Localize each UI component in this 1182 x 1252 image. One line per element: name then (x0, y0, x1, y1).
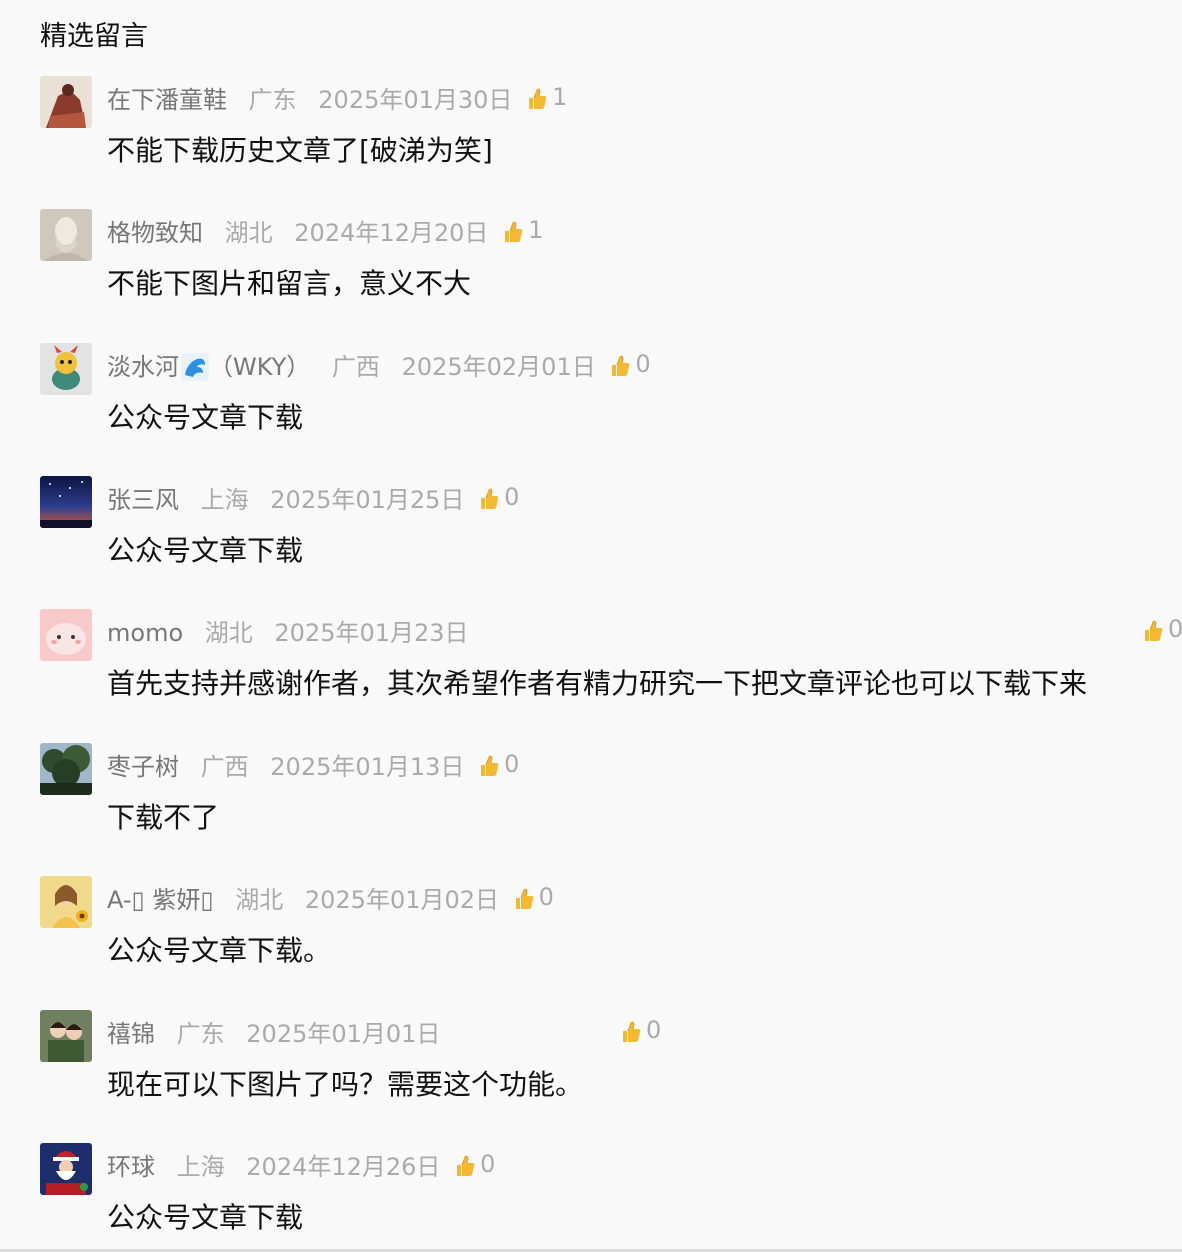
thumbs-up-icon[interactable] (513, 885, 535, 909)
comment-nickname[interactable]: 张三风 (107, 486, 179, 514)
comment-date: 2024年12月20日 (294, 219, 489, 247)
comment-item: 格物致知 湖北 2024年12月20日 1 不能下图片和留言，意义不大 (40, 209, 1140, 329)
thumbs-up-icon[interactable] (1142, 617, 1164, 641)
comment-item: A-▯ 紫妍▯ 湖北 2025年01月02日 0 公众号文章下载。 (40, 876, 1140, 996)
like-button[interactable]: 0 (478, 745, 519, 782)
like-count: 0 (538, 882, 554, 911)
thumbs-up-icon[interactable] (478, 752, 500, 776)
like-button[interactable]: 0 (454, 1145, 495, 1182)
comment-meta: momo 湖北 2025年01月23日 0 (107, 614, 1182, 650)
avatar-trees[interactable] (40, 743, 92, 795)
comment-date: 2024年12月26日 (246, 1153, 441, 1181)
comment-nickname[interactable]: 枣子树 (107, 753, 179, 781)
wave-icon (181, 353, 209, 381)
comment-nickname[interactable]: 环球 (107, 1153, 155, 1181)
comment-nickname[interactable]: 淡水河 (107, 353, 179, 381)
comment-meta: 张三风 上海 2025年01月25日 0 (107, 481, 519, 517)
like-count: 0 (504, 749, 520, 778)
comment-region: 上海 (176, 1153, 225, 1181)
like-button[interactable]: 1 (502, 211, 543, 248)
comment-meta: 格物致知 湖北 2024年12月20日 1 (107, 214, 543, 250)
avatar-girl-sunflower[interactable] (40, 876, 92, 928)
like-count: 1 (528, 215, 544, 244)
like-button[interactable]: 1 (526, 78, 567, 115)
like-count: 0 (635, 349, 651, 378)
comment-item: 禧锦 广东 2025年01月01日 0 现在可以下图片了吗？需要这个功能。 (40, 1010, 1140, 1130)
comment-item: 在下潘童鞋 广东 2025年01月30日 1 不能下载历史文章了[破涕为笑] (40, 76, 1140, 196)
comment-region: 湖北 (224, 219, 273, 247)
comment-text: 下载不了 (107, 801, 220, 834)
thumbs-up-icon[interactable] (526, 85, 548, 109)
comment-date: 2025年01月02日 (304, 886, 500, 914)
comment-nickname[interactable]: 禧锦 (107, 1020, 155, 1048)
thumbs-up-icon[interactable] (620, 1018, 642, 1042)
like-count: 1 (552, 82, 568, 111)
comment-text: 首先支持并感谢作者，其次希望作者有精力研究一下把文章评论也可以下载下来 (107, 667, 1088, 700)
comment-item: 环球 上海 2024年12月26日 0 公众号文章下载 (40, 1143, 1140, 1252)
comment-region: 湖北 (235, 886, 284, 914)
avatar-two-kids[interactable] (40, 1010, 92, 1062)
comment-meta: 禧锦 广东 2025年01月01日 0 (107, 1015, 661, 1051)
comment-region: 广西 (331, 353, 380, 381)
comment-text: 不能下载历史文章了[破涕为笑] (107, 134, 493, 167)
comment-region: 上海 (200, 486, 249, 514)
comment-region: 广东 (176, 1020, 225, 1048)
like-count: 0 (504, 482, 520, 511)
comment-meta: 在下潘童鞋 广东 2025年01月30日 1 (107, 81, 567, 117)
avatar-statue-bust[interactable] (40, 209, 92, 261)
comment-date: 2025年01月25日 (270, 486, 465, 514)
comment-meta: 淡水河 （WKY） 广西 2025年02月01日 0 (107, 348, 651, 384)
thumbs-up-icon[interactable] (478, 485, 500, 509)
like-button[interactable]: 0 (609, 345, 651, 382)
like-button[interactable]: 0 (1142, 610, 1182, 647)
comment-meta: 枣子树 广西 2025年01月13日 0 (107, 748, 519, 784)
comment-region: 湖北 (204, 619, 253, 647)
like-button[interactable]: 0 (478, 478, 519, 515)
comment-date: 2025年01月30日 (318, 86, 513, 114)
avatar-night-sky[interactable] (40, 476, 92, 528)
comment-text: 公众号文章下载。 (107, 934, 332, 967)
like-button[interactable]: 0 (513, 878, 554, 915)
comment-region: 广西 (200, 753, 249, 781)
avatar-santa[interactable] (40, 1143, 92, 1195)
comment-text: 公众号文章下载 (107, 401, 304, 434)
comment-nickname-suffix: （WKY） (209, 353, 311, 381)
thumbs-up-icon[interactable] (454, 1152, 476, 1176)
like-button[interactable]: 0 (620, 1011, 661, 1048)
comment-nickname[interactable]: 在下潘童鞋 (107, 86, 227, 114)
comment-text: 现在可以下图片了吗？需要这个功能。 (107, 1068, 584, 1101)
section-title: 精选留言 (40, 21, 148, 52)
comment-item: momo 湖北 2025年01月23日 0 首先支持并感谢作者，其次希望作者有精… (40, 609, 1182, 729)
like-count: 0 (1168, 615, 1182, 643)
comment-item: 枣子树 广西 2025年01月13日 0 下载不了 (40, 743, 1140, 863)
comment-date: 2025年02月01日 (401, 353, 596, 381)
comment-nickname[interactable]: momo (107, 619, 183, 647)
comment-nickname[interactable]: 格物致知 (107, 219, 203, 247)
comment-item: 淡水河 （WKY） 广西 2025年02月01日 0 公众号文章下载 (40, 343, 1140, 463)
comment-date: 2025年01月23日 (274, 619, 469, 647)
comment-date: 2025年01月13日 (270, 753, 465, 781)
like-count: 0 (646, 1016, 662, 1044)
comment-text: 公众号文章下载 (107, 1201, 304, 1234)
avatar-knight-art[interactable] (40, 76, 92, 128)
thumbs-up-icon[interactable] (502, 218, 524, 242)
comment-item: 张三风 上海 2025年01月25日 0 公众号文章下载 (40, 476, 1140, 596)
like-count: 0 (480, 1149, 496, 1178)
comment-nickname[interactable]: A-▯ 紫妍▯ (107, 886, 214, 914)
comment-date: 2025年01月01日 (246, 1020, 441, 1048)
comment-meta: 环球 上海 2024年12月26日 0 (107, 1148, 495, 1184)
comment-region: 广东 (248, 86, 297, 114)
avatar-pink-cartoon[interactable] (40, 609, 92, 661)
featured-comments-page: 精选留言 在下潘童鞋 广东 2025年01月30日 1 不能下载历史文章了[破涕… (0, 0, 1182, 1252)
avatar-toy-figure[interactable] (40, 343, 92, 395)
comment-text: 公众号文章下载 (107, 534, 304, 567)
comment-text: 不能下图片和留言，意义不大 (107, 267, 472, 300)
comment-meta: A-▯ 紫妍▯ 湖北 2025年01月02日 0 (107, 881, 554, 917)
thumbs-up-icon[interactable] (609, 352, 631, 376)
